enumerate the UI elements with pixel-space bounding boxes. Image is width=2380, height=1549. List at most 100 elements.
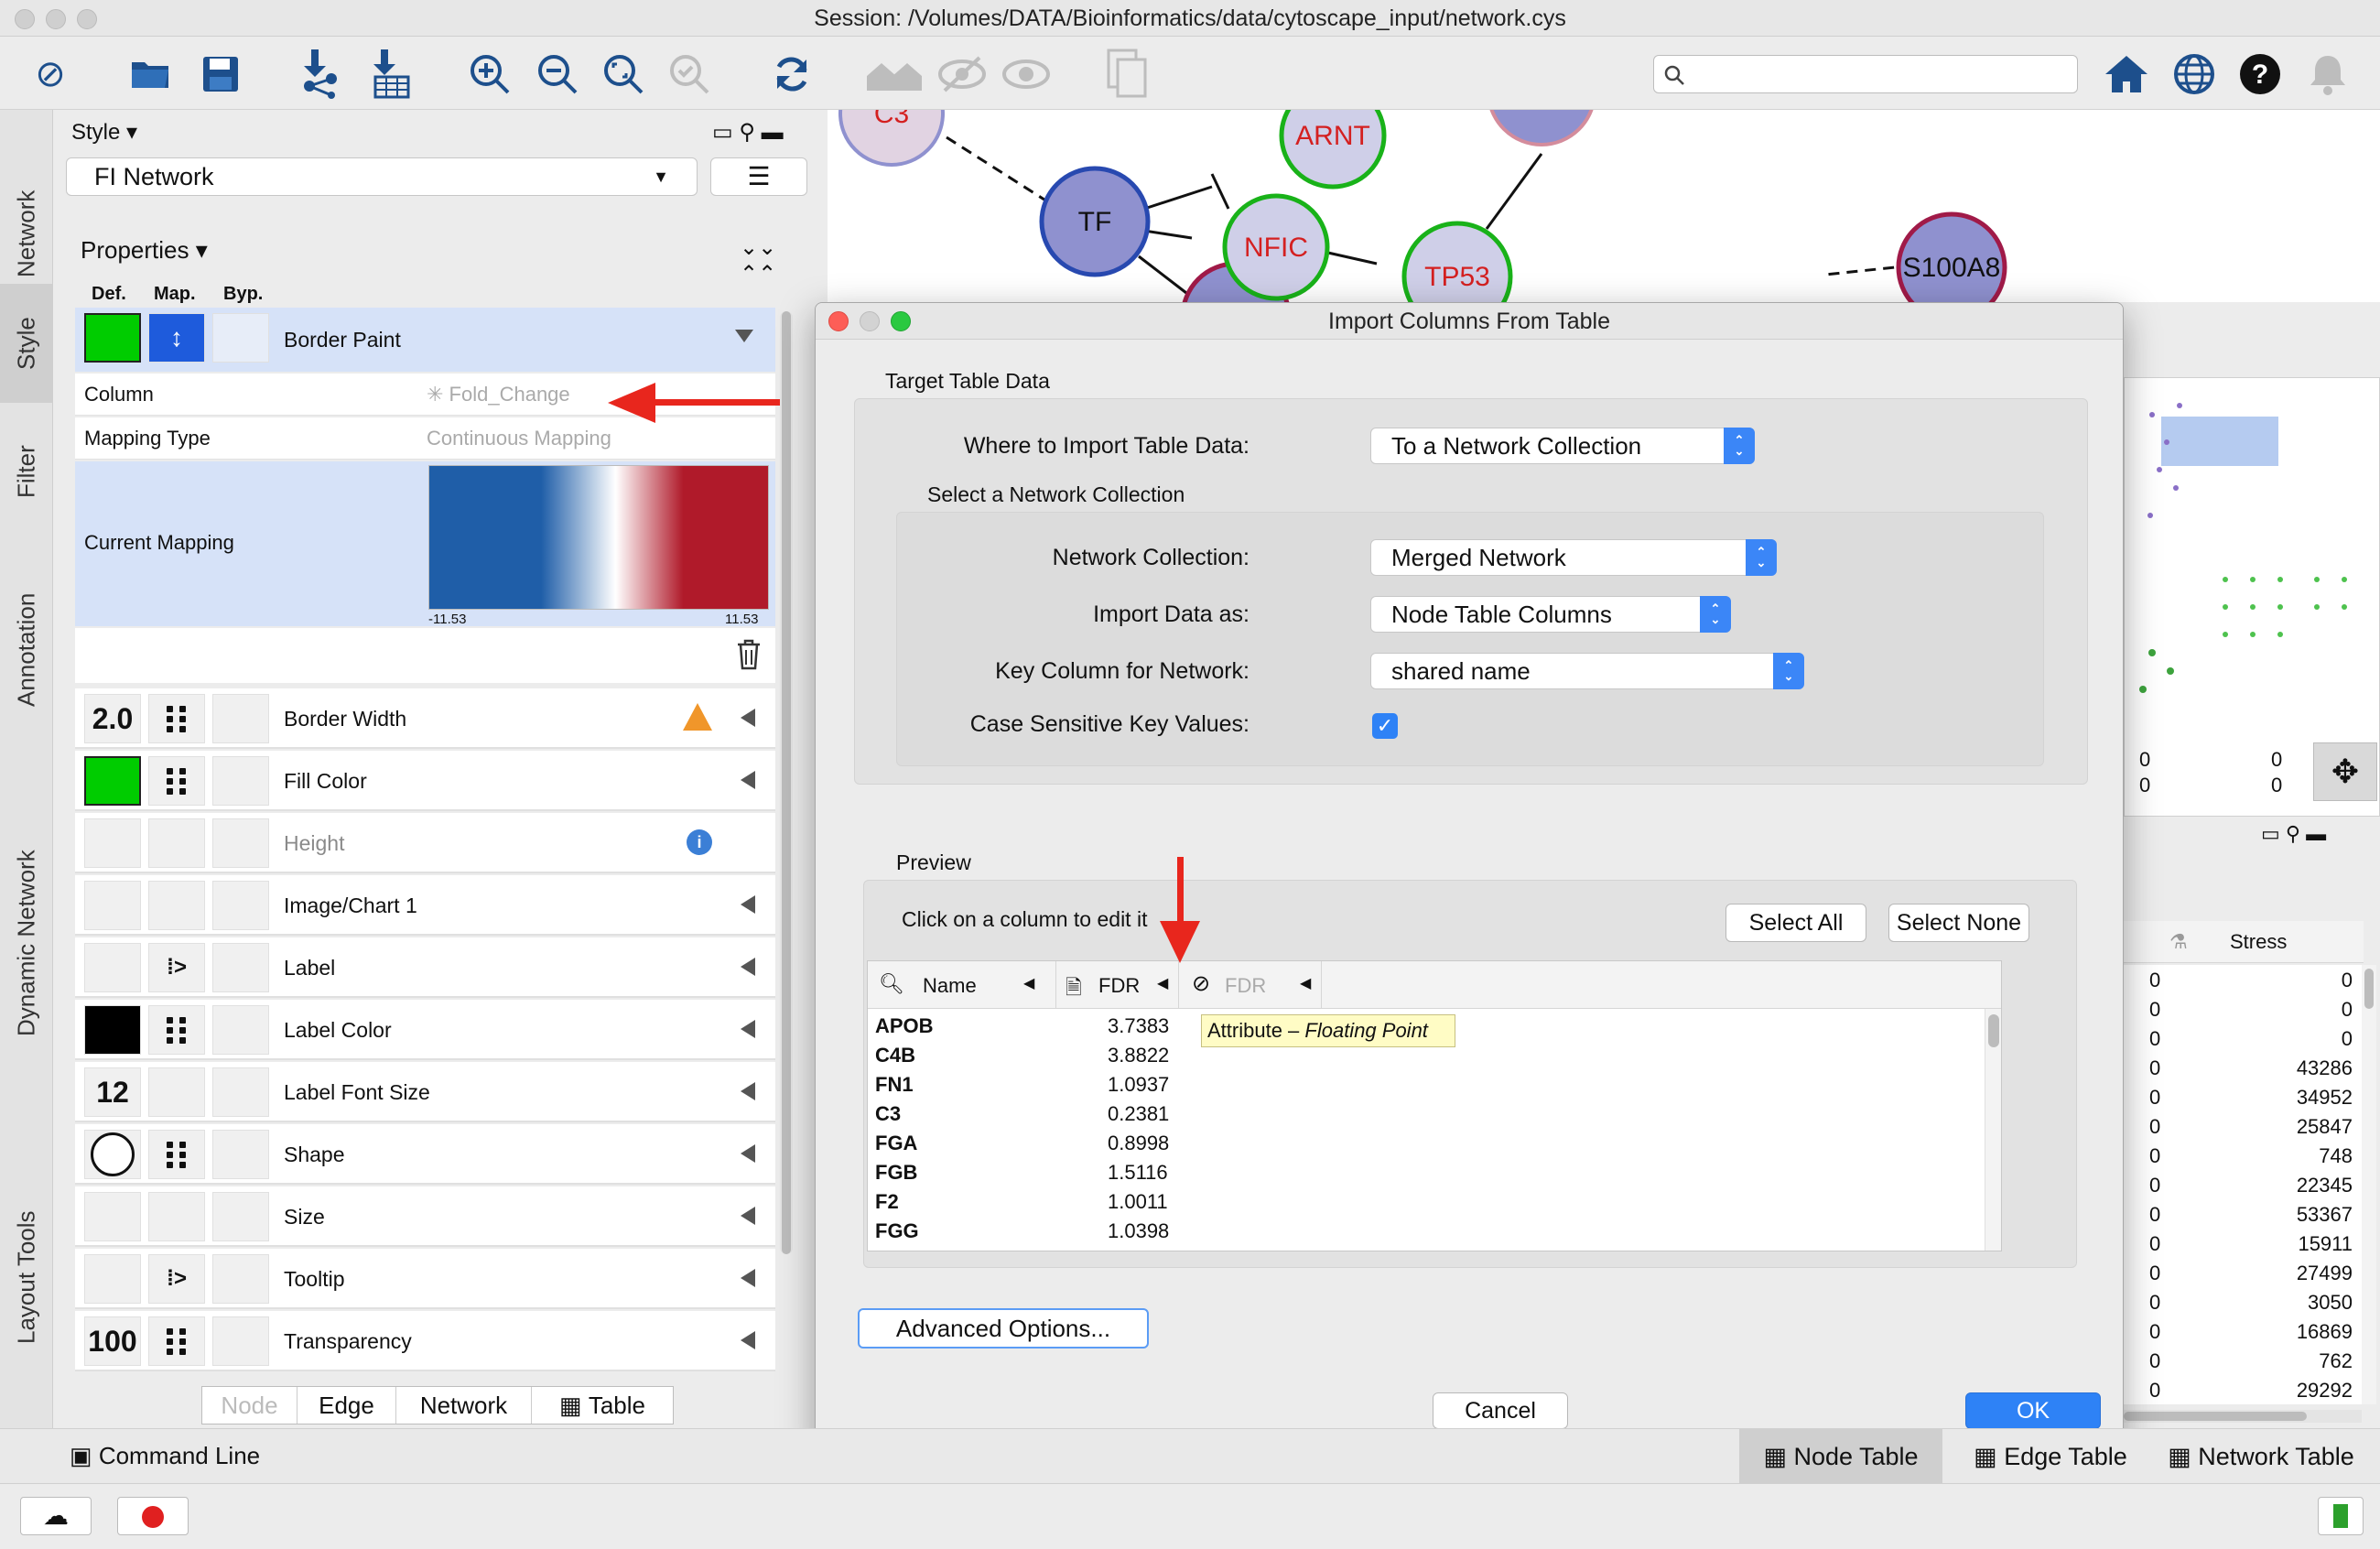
label-color-default[interactable] [84,1005,141,1055]
warning-icon[interactable] [683,703,712,731]
node-top[interactable] [1487,37,1596,146]
style-selector[interactable]: FI Network ▼ [66,157,698,196]
tab-node[interactable]: Node [202,1387,298,1424]
tab-table[interactable]: ▦ Table [532,1387,673,1424]
property-row-transparency[interactable]: 100 Transparency [75,1311,775,1371]
minimize-window-button[interactable] [46,9,66,29]
label-font-size-bypass[interactable] [212,1067,269,1117]
help-icon[interactable]: ? [2235,49,2285,99]
border-width-mapping[interactable] [148,694,205,743]
property-row-label-font-size[interactable]: 12 Label Font Size [75,1062,775,1122]
select-all-button[interactable]: Select All [1726,904,1866,942]
table-row[interactable]: 0 16869 [2124,1320,2364,1349]
tab-filter[interactable]: Filter [0,412,53,531]
properties-dropdown[interactable]: Properties ▾ [81,236,208,265]
label-mapping[interactable]: ⁞> [148,943,205,992]
network-canvas[interactable]: C3 ARNT TF NFIC TP53 S100A8 [828,37,2380,373]
panel-window-controls[interactable]: ▭ ⚲ ▬ [2261,822,2326,846]
table-row[interactable]: 0 34952 [2124,1086,2364,1115]
image-chart-default[interactable] [84,881,141,930]
tooltip-mapping[interactable]: ⁞> [148,1254,205,1304]
size-default[interactable] [84,1192,141,1241]
tab-layout-tools[interactable]: Layout Tools [0,1172,53,1382]
border-width-default[interactable]: 2.0 [84,694,141,743]
network-graph[interactable]: C3 ARNT TF NFIC TP53 S100A8 [828,37,2380,373]
fill-color-mapping[interactable] [148,756,205,806]
border-paint-row[interactable]: ↕ Border Paint [75,308,775,372]
import-table-icon[interactable] [366,49,416,99]
tooltip-bypass[interactable] [212,1254,269,1304]
where-combo[interactable]: To a Network Collection ⌃ ⌄ [1370,428,1755,464]
property-row-shape[interactable]: Shape [75,1124,775,1185]
property-row-image-chart[interactable]: Image/Chart 1 [75,875,775,936]
globe-icon[interactable] [2169,49,2219,99]
cloud-icon[interactable]: ☁ [20,1497,92,1535]
close-window-button[interactable] [15,9,35,29]
collapse-icon[interactable] [735,330,753,342]
image-chart-bypass[interactable] [212,881,269,930]
zoom-selected-icon[interactable] [665,49,714,99]
key-column-combo[interactable]: shared name ⌃ ⌄ [1370,653,1804,689]
home-icon[interactable] [2102,49,2151,99]
zoom-fit-icon[interactable] [599,49,648,99]
image-chart-mapping[interactable] [148,881,205,930]
tab-annotation[interactable]: Annotation [0,549,53,751]
command-line-toggle[interactable]: ▣ Command Line [70,1442,260,1470]
shape-bypass[interactable] [212,1130,269,1179]
import-network-icon[interactable] [297,49,346,99]
label-font-size-default[interactable]: 12 [84,1067,141,1117]
mapping-type-value[interactable]: Continuous Mapping [427,427,611,450]
zoom-window-button[interactable] [77,9,97,29]
show-all-icon[interactable] [864,49,925,99]
panel-window-controls[interactable]: ▭ ⚲ ▬ [712,119,784,146]
zoom-out-icon[interactable] [533,49,582,99]
transparency-bypass[interactable] [212,1316,269,1366]
table-row[interactable]: 0 15911 [2124,1232,2364,1262]
duplicate-icon[interactable] [1102,49,1152,99]
table-row[interactable]: 0 29292 [2124,1379,2364,1408]
notifications-icon[interactable] [2303,49,2353,99]
expand-icon[interactable] [741,1331,755,1349]
property-row-label[interactable]: ⁞> Label [75,937,775,998]
expand-icon[interactable] [741,1020,755,1038]
navigate-icon[interactable]: ✥ [2313,742,2377,801]
col-header-fdr-skipped[interactable]: ⊘ FDR ◀ [1179,961,1322,1009]
stop-icon[interactable] [117,1497,189,1535]
expand-icon[interactable] [741,958,755,976]
trash-icon[interactable] [736,639,762,670]
expand-icon[interactable] [741,1207,755,1225]
tab-network-table[interactable]: ▦ Network Table [2151,1429,2371,1484]
network-overview[interactable]: 0 0 0 0 ✥ [2124,377,2380,817]
expand-icon[interactable] [741,895,755,914]
style-menu-button[interactable]: ☰ [710,157,807,196]
property-row-tooltip[interactable]: ⁞> Tooltip [75,1249,775,1309]
transparency-mapping[interactable] [148,1316,205,1366]
hide-icon[interactable] [937,49,987,99]
table-row[interactable]: 00 [2124,998,2364,1027]
tab-dynamic-network[interactable]: Dynamic Network [0,769,53,1117]
expand-icon[interactable] [741,709,755,727]
stress-scrollbar[interactable] [2362,965,2376,1404]
fill-color-bypass[interactable] [212,756,269,806]
continuous-mapping-gradient[interactable] [428,465,769,610]
table-row[interactable]: 0 22345 [2124,1174,2364,1203]
stress-hscrollbar[interactable] [2124,1410,2362,1423]
property-row-border-width[interactable]: 2.0 Border Width [75,688,775,749]
case-sensitive-checkbox[interactable]: ✓ [1372,713,1398,739]
tab-edge[interactable]: Edge [298,1387,396,1424]
fill-color-default[interactable] [84,756,141,806]
collection-combo[interactable]: Merged Network ⌃ ⌄ [1370,539,1777,576]
stress-header[interactable]: ⚗ Stress [2124,921,2364,963]
height-mapping[interactable] [148,818,205,868]
label-font-size-mapping[interactable] [148,1067,205,1117]
border-paint-default[interactable] [84,313,141,363]
expand-icon[interactable] [741,1082,755,1100]
expand-collapse-icons[interactable]: ⌄⌄ ⌃⌃ [740,234,813,287]
import-as-combo[interactable]: Node Table Columns ⌃ ⌄ [1370,596,1731,633]
table-row[interactable]: 0 3050 [2124,1291,2364,1320]
info-icon[interactable]: i [687,829,712,855]
preview-scrollbar[interactable] [1985,1009,2001,1251]
size-bypass[interactable] [212,1192,269,1241]
table-row[interactable]: 0 762 [2124,1349,2364,1379]
col-header-name[interactable]: 🔍︎ Name ◀ [868,961,1056,1009]
